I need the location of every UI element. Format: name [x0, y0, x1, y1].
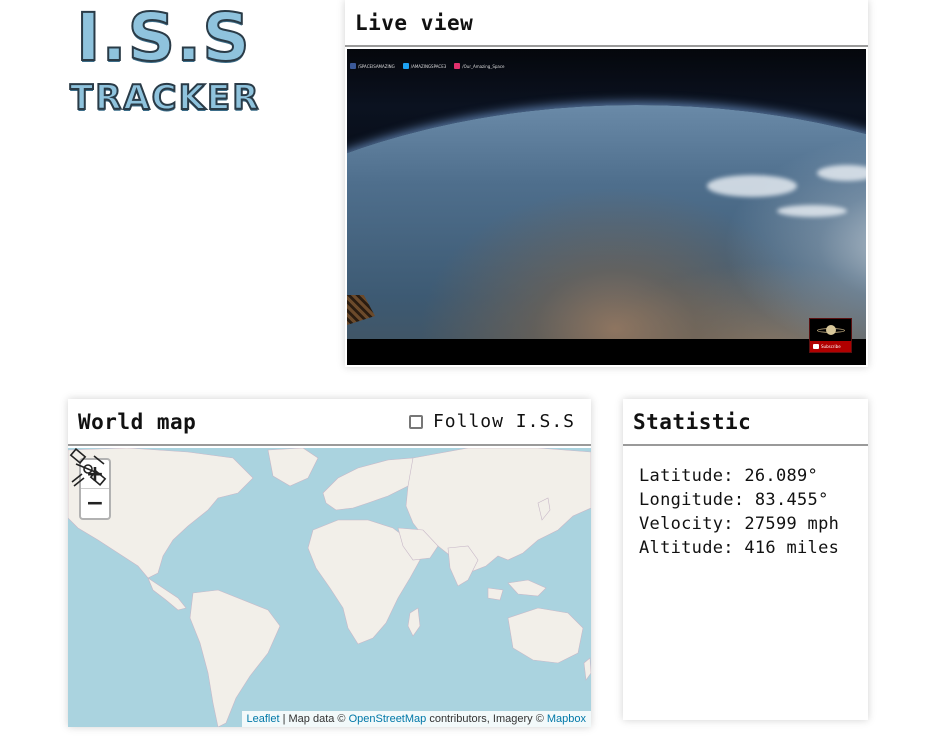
altitude-value: Altitude: 416 miles	[639, 538, 840, 558]
world-map[interactable]: + − Leaflet | Map data © OpenStreetMap c…	[68, 448, 591, 727]
follow-iss-checkbox[interactable]	[408, 414, 423, 429]
zoom-out-button[interactable]: −	[81, 489, 109, 518]
follow-iss-toggle[interactable]: Follow I.S.S	[408, 411, 575, 432]
video-earth-view	[347, 105, 866, 365]
instagram-icon	[454, 63, 461, 69]
logo-title: I.S.S	[75, 0, 251, 77]
map-attribution: Leaflet | Map data © OpenStreetMap contr…	[241, 711, 591, 727]
statistic-card: Statistic Latitude: 26.089° Longitude: 8…	[623, 399, 868, 720]
facebook-icon	[350, 63, 356, 69]
longitude-value: Longitude: 83.455°	[639, 490, 829, 510]
follow-iss-label: Follow I.S.S	[432, 411, 575, 432]
statistic-title: Statistic	[623, 399, 868, 446]
velocity-value: Velocity: 27599 mph	[639, 514, 840, 534]
video-social-credits: /SPACEISAMAZING /AMAZINGSPACE3 /Our_Amaz…	[350, 63, 505, 69]
video-credit-instagram: /Our_Amazing_Space	[454, 63, 505, 69]
video-credit-facebook: /SPACEISAMAZING	[350, 63, 395, 69]
channel-badge-label: Subscribe	[821, 344, 841, 349]
channel-badge[interactable]: Subscribe	[809, 318, 852, 353]
logo-subtitle: TRACKER	[69, 77, 261, 119]
saturn-icon	[816, 324, 845, 336]
video-credit-twitter: /AMAZINGSPACE3	[402, 63, 446, 69]
iss-marker-icon[interactable]	[68, 448, 110, 490]
twitter-icon	[402, 63, 409, 69]
live-video-player[interactable]: /SPACEISAMAZING /AMAZINGSPACE3 /Our_Amaz…	[347, 49, 866, 365]
world-map-title: World map	[78, 409, 197, 434]
live-view-title: Live view	[345, 0, 868, 47]
logo: I.S.S TRACKER	[69, 0, 265, 119]
video-bottom-bar	[347, 339, 866, 365]
latitude-value: Latitude: 26.089°	[639, 466, 819, 486]
youtube-play-icon	[813, 344, 819, 349]
mapbox-link[interactable]: Mapbox	[547, 713, 586, 725]
world-map-card: World map Follow I.S.S + − Leaflet | Map…	[68, 399, 591, 727]
live-view-card: Live view /SPACEISAMAZING /AMAZINGSPACE3…	[345, 0, 868, 367]
world-map-tiles	[68, 448, 591, 727]
openstreetmap-link[interactable]: OpenStreetMap	[349, 713, 427, 725]
leaflet-link[interactable]: Leaflet	[247, 713, 280, 725]
statistic-list: Latitude: 26.089° Longitude: 83.455° Vel…	[623, 446, 868, 560]
